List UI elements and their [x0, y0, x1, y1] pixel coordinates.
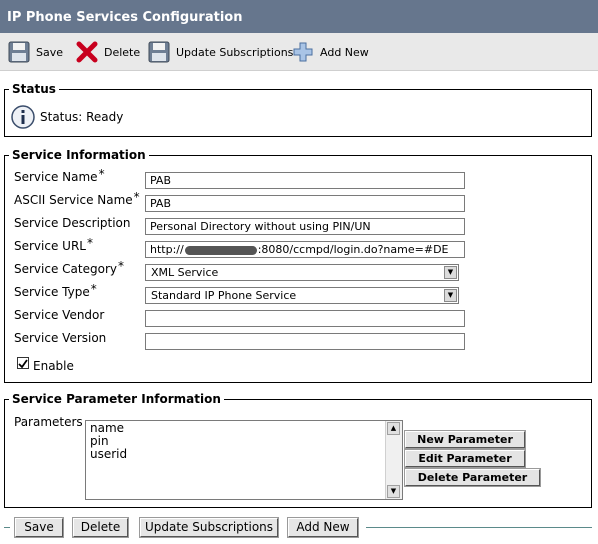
service-name-label: Service Name* — [14, 167, 105, 184]
service-type-label: Service Type* — [14, 282, 97, 299]
bottom-delete-button[interactable]: Delete — [72, 517, 129, 538]
parameters-label: Parameters — [14, 415, 83, 429]
enable-label: Enable — [33, 359, 74, 373]
plus-add-icon — [293, 42, 313, 62]
checkmark-icon — [18, 359, 28, 369]
edit-parameter-button[interactable]: Edit Parameter — [404, 449, 526, 468]
update-subscriptions-button[interactable]: Update Subscriptions — [148, 40, 293, 64]
add-new-button[interactable]: Add New — [292, 40, 369, 64]
parameters-listbox[interactable]: name pin userid ▲ ▼ — [85, 420, 403, 500]
service-version-label: Service Version — [14, 331, 107, 345]
service-url-input[interactable]: http://:8080/ccmpd/login.do?name=#DE — [145, 241, 465, 258]
service-description-label: Service Description — [14, 216, 131, 230]
delete-parameter-button[interactable]: Delete Parameter — [404, 468, 541, 487]
floppy-update-icon — [148, 41, 170, 63]
add-new-label: Add New — [320, 45, 369, 59]
toolbar: Save Delete Update Subscriptions Add New — [0, 33, 598, 71]
divider — [4, 527, 10, 528]
service-name-input[interactable]: PAB — [145, 172, 465, 189]
service-description-input[interactable]: Personal Directory without using PIN/UN — [145, 218, 465, 235]
service-vendor-label: Service Vendor — [14, 308, 105, 322]
red-x-delete-icon — [76, 41, 98, 63]
list-item[interactable]: userid — [90, 448, 127, 461]
status-text: Status: Ready — [40, 110, 124, 124]
status-section: Status Status: Ready — [4, 81, 592, 137]
service-type-select[interactable]: Standard IP Phone Service ▼ — [145, 287, 459, 304]
save-button[interactable]: Save — [8, 40, 63, 64]
delete-label: Delete — [104, 45, 141, 59]
service-information-section: Service Information Service Name* PAB AS… — [4, 147, 592, 383]
save-label: Save — [36, 45, 64, 59]
delete-button[interactable]: Delete — [76, 40, 140, 64]
chevron-down-icon[interactable]: ▼ — [444, 266, 457, 279]
service-category-select[interactable]: XML Service ▼ — [145, 264, 459, 281]
scroll-up-icon[interactable]: ▲ — [387, 422, 400, 435]
enable-checkbox[interactable] — [17, 357, 29, 369]
floppy-save-icon — [8, 41, 30, 63]
redacted-host — [184, 245, 257, 255]
bottom-add-new-button[interactable]: Add New — [287, 517, 359, 538]
service-version-input[interactable] — [145, 333, 465, 350]
service-parameter-section: Service Parameter Information Parameters… — [4, 391, 592, 508]
service-url-label: Service URL* — [14, 236, 93, 253]
scrollbar[interactable]: ▲ ▼ — [385, 421, 402, 499]
service-information-header: Service Information — [9, 147, 149, 163]
new-parameter-button[interactable]: New Parameter — [404, 430, 526, 449]
ascii-service-name-label: ASCII Service Name* — [14, 190, 140, 207]
service-category-label: Service Category* — [14, 259, 124, 276]
ascii-service-name-input[interactable]: PAB — [145, 195, 465, 212]
service-parameter-header: Service Parameter Information — [9, 391, 224, 407]
bottom-save-button[interactable]: Save — [14, 517, 64, 538]
scroll-down-icon[interactable]: ▼ — [387, 485, 400, 498]
update-subscriptions-label: Update Subscriptions — [176, 45, 294, 59]
status-header: Status — [9, 81, 59, 97]
window-title: IP Phone Services Configuration — [0, 0, 598, 33]
info-icon — [11, 105, 35, 129]
divider — [366, 527, 592, 528]
service-vendor-input[interactable] — [145, 310, 465, 327]
bottom-update-subscriptions-button[interactable]: Update Subscriptions — [139, 517, 279, 538]
chevron-down-icon[interactable]: ▼ — [444, 289, 457, 302]
